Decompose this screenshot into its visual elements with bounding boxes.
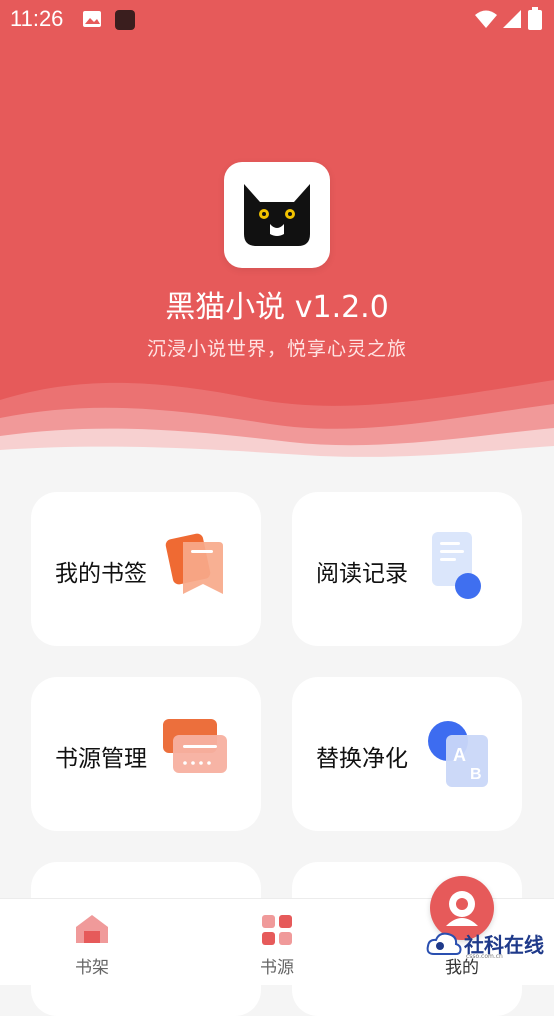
wave-decoration: [0, 380, 554, 462]
replace-purify-card[interactable]: 替换净化 A B: [292, 677, 522, 831]
reading-history-icon: [432, 532, 481, 599]
signal-icon: [503, 10, 521, 28]
battery-icon: [528, 7, 542, 30]
app-notification-icon: [115, 10, 135, 30]
cloud-eye-icon: [426, 932, 462, 955]
replace-purify-label: 替换净化: [316, 746, 408, 772]
watermark-subtext: csso.com.cn: [466, 953, 503, 960]
sources-grid-icon: [262, 915, 292, 945]
app-logo: [224, 162, 330, 268]
bookmark-card[interactable]: 我的书签: [31, 492, 261, 646]
tab-bookshelf-label: 书架: [75, 958, 109, 978]
bookshelf-icon: [76, 915, 108, 943]
reading-history-card[interactable]: 阅读记录: [292, 492, 522, 646]
status-bar: 11:26: [0, 0, 554, 40]
svg-text:A: A: [453, 745, 466, 765]
replace-ab-icon: A B: [428, 721, 488, 787]
black-cat-icon: [244, 184, 310, 246]
source-manage-icon: [163, 719, 227, 773]
watermark: 社科在线 csso.com.cn: [426, 928, 544, 962]
wifi-icon: [475, 10, 497, 28]
bookmark-label: 我的书签: [55, 561, 147, 587]
profile-header: 黑猫小说 v1.2.0 沉浸小说世界，悦享心灵之旅: [0, 0, 554, 462]
tab-sources[interactable]: 书源: [217, 899, 337, 985]
reading-history-label: 阅读记录: [316, 561, 408, 587]
image-notification-icon: [83, 11, 101, 27]
source-manage-label: 书源管理: [55, 746, 147, 772]
status-time: 11:26: [10, 6, 64, 31]
bookmark-icon: [165, 533, 223, 594]
tab-bookshelf[interactable]: 书架: [32, 899, 152, 985]
tab-sources-label: 书源: [260, 958, 294, 978]
app-title: 黑猫小说 v1.2.0: [165, 290, 389, 325]
app-slogan: 沉浸小说世界，悦享心灵之旅: [146, 338, 407, 360]
source-manage-card[interactable]: 书源管理: [31, 677, 261, 831]
svg-text:B: B: [470, 766, 482, 783]
